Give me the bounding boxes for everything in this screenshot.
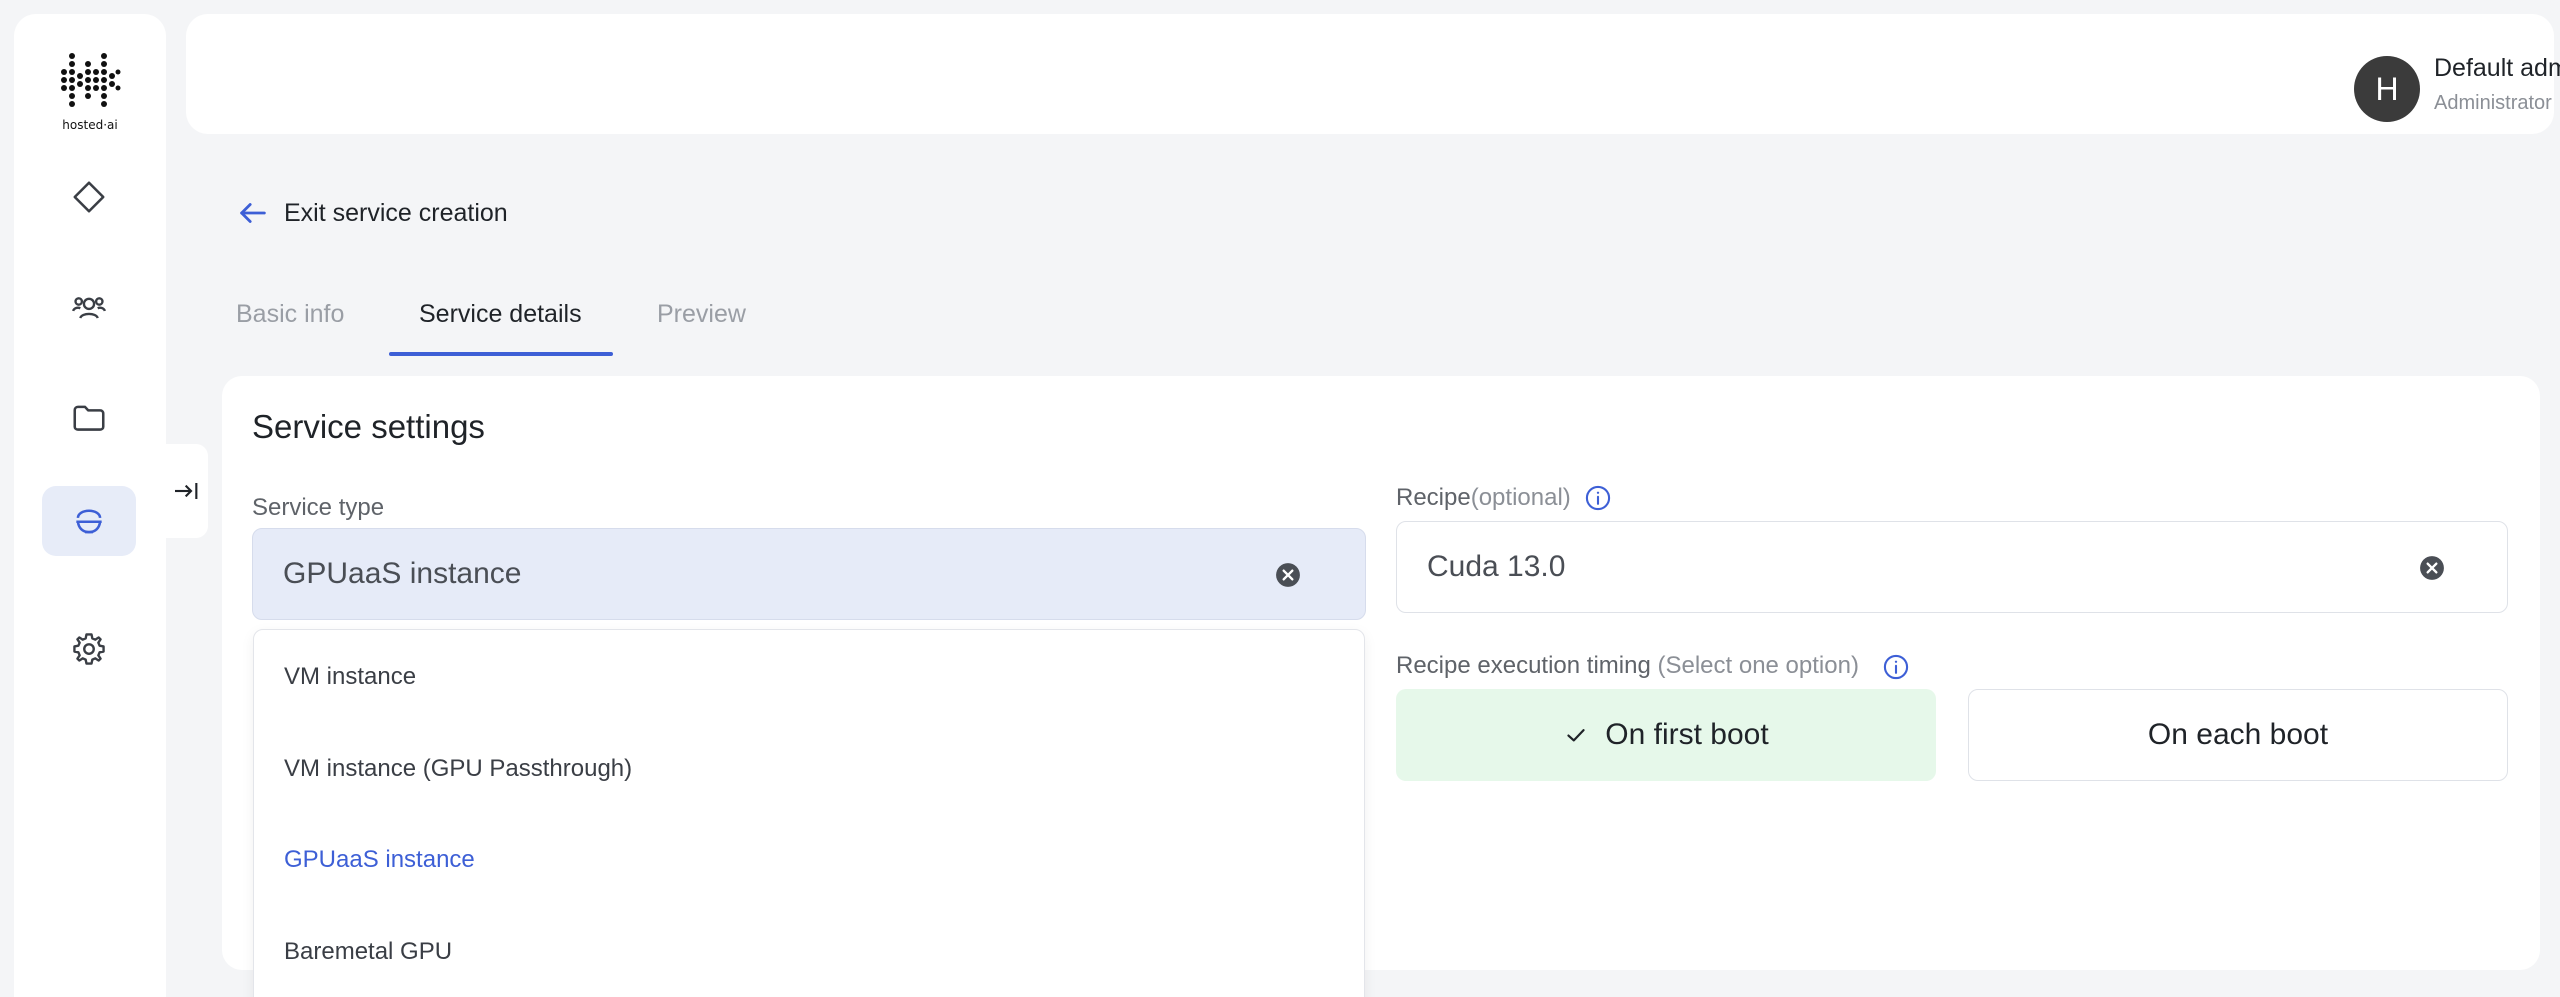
dropdown-option-gpuaas-instance[interactable]: GPUaaS instance: [284, 846, 475, 874]
dropdown-option-vm-instance[interactable]: VM instance: [284, 663, 416, 691]
active-tab-indicator: [389, 352, 613, 356]
recipe-timing-hint: (Select one option): [1657, 652, 1859, 679]
arrow-left-icon: [240, 203, 266, 223]
exit-service-creation-link[interactable]: Exit service creation: [236, 196, 508, 230]
hosted-ai-logo[interactable]: hosted·ai: [58, 48, 122, 134]
sidebar-item-settings[interactable]: [42, 614, 136, 684]
users-icon: [72, 297, 106, 319]
dropdown-option-baremetal-gpu[interactable]: Baremetal GPU: [284, 938, 452, 966]
sidebar-item-users[interactable]: [42, 272, 136, 342]
sidebar-item-services[interactable]: [42, 486, 136, 556]
info-icon[interactable]: [1584, 484, 1612, 512]
card-title: Service settings: [252, 408, 485, 445]
user-name[interactable]: Default admin user: [2434, 54, 2560, 83]
service-type-dropdown: VM instance VM instance (GPU Passthrough…: [253, 629, 1365, 997]
timing-option-each-boot-label: On each boot: [2147, 718, 2329, 751]
timing-option-first-boot-label: On first boot: [1605, 718, 1769, 751]
recipe-select[interactable]: Cuda 13.0: [1396, 521, 2508, 613]
service-type-label: Service type: [252, 494, 385, 521]
info-icon[interactable]: [1882, 653, 1910, 681]
timing-option-each-boot[interactable]: On each boot: [1968, 689, 2508, 781]
logo-text: hosted·ai: [62, 118, 118, 132]
sidebar-item-dashboard[interactable]: [42, 162, 136, 232]
recipe-label-text: Recipe: [1396, 484, 1471, 511]
avatar[interactable]: H: [2354, 56, 2420, 122]
exit-service-creation-label: Exit service creation: [284, 198, 508, 227]
folder-icon: [73, 405, 105, 431]
recipe-label: Recipe(optional): [1396, 484, 1571, 512]
clear-icon[interactable]: [2419, 555, 2445, 581]
logo-mark: [61, 53, 121, 107]
clear-icon[interactable]: [1275, 562, 1301, 588]
check-icon: [1567, 729, 1585, 742]
sidebar-collapse-button[interactable]: [166, 444, 208, 538]
collapse-right-icon: [175, 483, 198, 499]
sidebar: hosted·ai: [14, 14, 166, 997]
recipe-optional-hint: (optional): [1470, 484, 1571, 511]
bowl-icon: [76, 509, 102, 534]
service-type-value: GPUaaS instance: [283, 557, 522, 590]
diamond-icon: [73, 181, 105, 213]
tab-preview[interactable]: Preview: [657, 300, 746, 329]
recipe-value: Cuda 13.0: [1427, 550, 1566, 583]
timing-option-first-boot[interactable]: On first boot: [1396, 689, 1936, 781]
top-header: H Default admin user Administrator: [186, 14, 2560, 134]
recipe-timing-label: Recipe execution timing (Select one opti…: [1396, 652, 1859, 680]
gear-icon: [73, 633, 105, 665]
sidebar-item-files[interactable]: [42, 383, 136, 453]
tab-service-details[interactable]: Service details: [419, 300, 582, 329]
user-role: Administrator: [2434, 92, 2552, 114]
service-type-select[interactable]: GPUaaS instance: [252, 528, 1366, 620]
recipe-timing-label-text: Recipe execution timing: [1396, 652, 1651, 679]
dropdown-option-vm-gpu-passthrough[interactable]: VM instance (GPU Passthrough): [284, 755, 632, 783]
tab-basic-info[interactable]: Basic info: [236, 300, 344, 329]
